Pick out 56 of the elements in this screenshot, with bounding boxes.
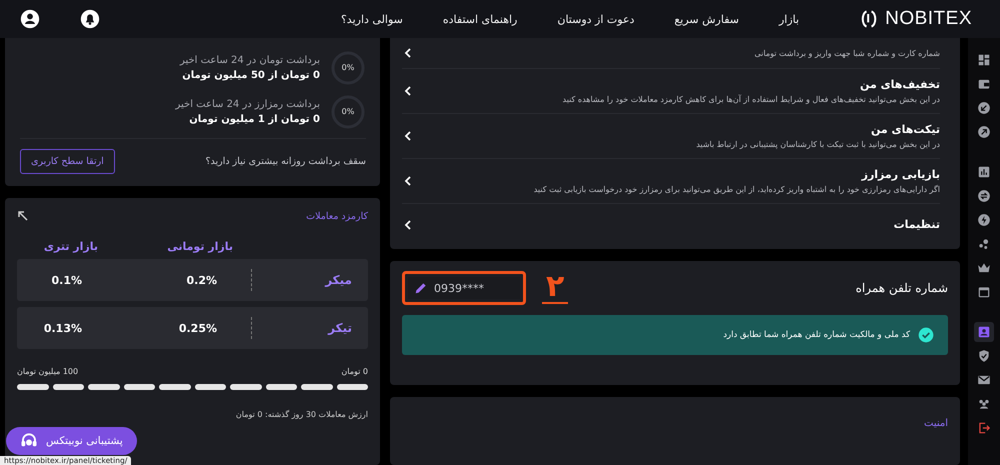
support-button[interactable]: پشتیبانی نوبیتکس xyxy=(6,427,137,455)
progress-segment xyxy=(17,384,48,390)
progress-segment xyxy=(266,384,297,390)
progress-segment xyxy=(194,384,226,390)
alert-text: کد ملی و مالکیت شماره تلفن همراه شما تطابق دارد xyxy=(723,330,910,340)
progress-segment xyxy=(52,384,84,390)
check-icon xyxy=(918,327,934,343)
progress-segment xyxy=(230,384,262,390)
question-text: سقف برداشت روزانه بیشتری نیاز دارید؟ xyxy=(205,156,366,167)
volume-text: ارزش معاملات 30 روز گذشته: 0 تومان xyxy=(236,410,368,419)
menu-item-title[interactable]: بازیابی رمزارز xyxy=(534,168,940,181)
pencil-icon[interactable] xyxy=(414,281,428,295)
limit-title: برداشت تومان در 24 ساعت اخیر xyxy=(180,55,320,66)
menu-item-description: اگر دارایی‌های رمزارزی خود را به اشتباه واریز کرده‌اید، از این طریق می‌توانید برای رمزارز خود درخواست بازیابی ثبت کنید xyxy=(534,185,940,194)
section-title: امنیت xyxy=(924,418,948,429)
profile-icon[interactable] xyxy=(974,322,994,342)
progress-segment xyxy=(88,384,120,390)
fee-value: 0.13% xyxy=(42,322,82,334)
column-header: بازار تتری xyxy=(42,240,98,253)
fee-value: 0.1% xyxy=(50,274,82,286)
bell-icon[interactable] xyxy=(80,9,100,29)
fee-value: 0.2% xyxy=(185,274,217,286)
range-start-label: 0 تومان xyxy=(341,367,368,376)
progress-segment xyxy=(301,384,332,390)
card-title: کارمزد معاملات xyxy=(306,210,368,222)
range-end-label: 100 میلیون تومان xyxy=(17,367,78,376)
percent-label: 0% xyxy=(342,64,354,72)
section-title: شماره تلفن همراه xyxy=(856,281,948,295)
nav-link[interactable]: دعوت از دوستان xyxy=(557,12,634,26)
upgrade-button[interactable]: ارتقا سطح کاربری xyxy=(20,149,115,174)
menu-item-title[interactable]: تخفیف‌های من xyxy=(562,78,940,91)
fee-label: میکر xyxy=(324,273,352,287)
nav-link[interactable]: سفارش سریع xyxy=(674,12,739,26)
menu-item-description: در این بخش می‌توانید تخفیف‌های فعال و شرایط استفاده از آن‌ها برای کاهش کارمزد معاملات خود را مشاهده کنید xyxy=(562,95,940,104)
percent-label: 0% xyxy=(342,108,354,116)
expand-icon[interactable] xyxy=(17,210,29,222)
menu-item-description: شماره کارت و شماره شبا جهت واریز و برداشت تومانی xyxy=(754,48,940,58)
limit-value: 0 تومان از 1 میلیون تومان xyxy=(188,114,320,125)
logo-text[interactable]: NOBITEX xyxy=(885,8,972,30)
progress-segment xyxy=(336,384,368,390)
nav-link[interactable]: بازار xyxy=(779,12,800,26)
limit-title: برداشت رمزارز در 24 ساعت اخیر xyxy=(175,99,320,110)
menu-item-title[interactable]: تیکت‌های من xyxy=(696,123,940,136)
menu-item-description: در این بخش می‌توانید با ثبت تیکت با کارشناسان پشتیبانی در ارتباط باشید xyxy=(696,140,940,149)
column-header: بازار تومانی xyxy=(166,240,233,253)
annotation-number: ۲ xyxy=(542,272,568,304)
progress-segment xyxy=(124,384,155,390)
limit-value: 0 تومان از 50 میلیون تومان xyxy=(181,70,320,81)
nav-link[interactable]: سوالی دارید؟ xyxy=(340,12,403,26)
user-icon[interactable] xyxy=(20,9,40,29)
phone-field[interactable]: 0939**** xyxy=(408,277,520,299)
fee-label: تیکر xyxy=(326,321,352,335)
progress-segment xyxy=(159,384,190,390)
nav-link[interactable]: راهنمای استفاده xyxy=(442,12,518,26)
menu-item-title[interactable]: تنظیمات xyxy=(894,218,940,231)
fee-value: 0.25% xyxy=(178,322,217,334)
